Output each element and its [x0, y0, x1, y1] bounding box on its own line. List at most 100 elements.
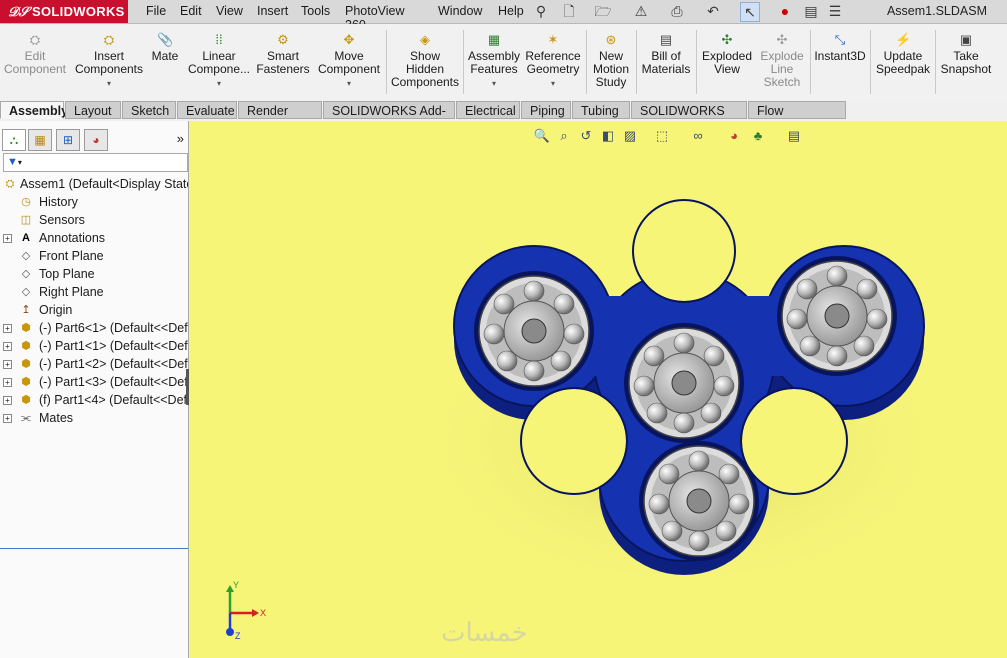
display-manager-tab-icon[interactable]: ◕ [84, 129, 108, 151]
tree-item-part6-1[interactable]: + ⬢ (-) Part6<1> (Default<<Defa [0, 319, 188, 337]
chevron-down-icon[interactable]: ▾ [466, 77, 522, 90]
undo-icon[interactable]: ↶ [704, 2, 722, 20]
tab-piping[interactable]: Piping [521, 101, 571, 119]
expand-toggle-icon[interactable]: + [3, 342, 12, 351]
tree-item-mates[interactable]: + ⫘ Mates [0, 409, 188, 427]
instant3d-icon: ⤡ [834, 32, 846, 47]
graphics-area[interactable]: 🔍 ⌕ ↺ ◧ ▨ ⬚ ∞ ◕ ♣ ▤ X Y Z خمسات [189, 121, 1007, 658]
expand-toggle-icon[interactable]: + [3, 360, 12, 369]
reference-triad: X Y Z [226, 581, 266, 641]
insert-components-button[interactable]: ⛭ Insert Components ▾ [72, 24, 146, 100]
tree-item-part1-3[interactable]: + ⬢ (-) Part1<3> (Default<<Defa [0, 373, 188, 391]
print-icon[interactable]: ⎙ [668, 2, 686, 20]
expand-toggle-icon[interactable]: + [3, 414, 12, 423]
update-speedpak-button[interactable]: ⚡ Update Speedpak [873, 24, 933, 100]
menu-tools[interactable]: Tools [301, 4, 330, 18]
tree-item-annotations[interactable]: + A Annotations [0, 229, 188, 247]
solidworks-logo[interactable]: 𝒟𝒮 SOLIDWORKS [0, 0, 128, 23]
tab-solidworks-add-ins[interactable]: SOLIDWORKS Add-Ins [323, 101, 455, 136]
filter-icon[interactable]: ▼ [7, 156, 18, 168]
menu-help[interactable]: Help [498, 4, 524, 18]
expand-toggle-icon[interactable]: + [3, 324, 12, 333]
tab-render-tools[interactable]: Render Tools [238, 101, 322, 136]
menu-edit[interactable]: Edit [180, 4, 202, 18]
tab-electrical[interactable]: Electrical [456, 101, 520, 119]
tree-item-part1-1[interactable]: + ⬢ (-) Part1<1> (Default<<Defa [0, 337, 188, 355]
expand-toggle-icon[interactable]: + [3, 234, 12, 243]
linear-component-pattern-button[interactable]: ⁞⁞ Linear Compone... ▾ [186, 24, 252, 100]
tab-evaluate[interactable]: Evaluate [177, 101, 237, 119]
menu-file[interactable]: File [146, 4, 166, 18]
insert-components-icon: ⛭ [103, 32, 115, 47]
triad-y-label: Y [233, 581, 239, 590]
assembly-features-button[interactable]: ▦ Assembly Features ▾ [466, 24, 522, 100]
tree-item-right-plane[interactable]: ◇ Right Plane [0, 283, 188, 301]
expand-panel-icon[interactable]: » [177, 131, 184, 146]
menu-window[interactable]: Window [438, 4, 482, 18]
tree-item-sensors[interactable]: ◫ Sensors [0, 211, 188, 229]
tab-sketch[interactable]: Sketch [122, 101, 176, 119]
tree-item-top-plane[interactable]: ◇ Top Plane [0, 265, 188, 283]
new-motion-study-button[interactable]: ⊛ New Motion Study [589, 24, 633, 100]
open-folder-icon[interactable]: 🗁 [594, 2, 612, 20]
exploded-view-button[interactable]: ✣ Exploded View [699, 24, 755, 100]
assembly-icon: ⛭ [5, 178, 15, 190]
origin-icon: ↥ [21, 304, 31, 316]
chevron-down-icon[interactable]: ▾ [186, 77, 252, 90]
select-arrow-icon[interactable]: ↖ [740, 2, 760, 22]
property-manager-tab-icon[interactable]: ▦ [28, 129, 52, 151]
menu-insert[interactable]: Insert [257, 4, 288, 18]
chevron-down-icon[interactable]: ▾ [72, 77, 146, 90]
assembly-features-label: Assembly Features [467, 49, 520, 76]
smart-fasteners-button[interactable]: ⚙ Smart Fasteners [254, 24, 312, 100]
tree-item-part1-4[interactable]: + ⬢ (f) Part1<4> (Default<<Defa [0, 391, 188, 409]
configuration-manager-tab-icon[interactable]: ⊞ [56, 129, 80, 151]
explode-line-sketch-button[interactable]: ✣ Explode Line Sketch [757, 24, 807, 100]
tree-item-label: Sensors [39, 213, 85, 227]
tab-tubing[interactable]: Tubing [572, 101, 630, 119]
chevron-down-icon[interactable]: ▾ [524, 77, 582, 90]
options-icon[interactable]: ☰ [826, 2, 844, 20]
tree-item-front-plane[interactable]: ◇ Front Plane [0, 247, 188, 265]
command-manager: ⛭ Edit Component ⛭ Insert Components ▾ 📎… [0, 24, 1007, 101]
chevron-down-icon[interactable]: ▾ [18, 158, 22, 167]
feature-manager-tab-icon[interactable]: ⛬ [2, 129, 26, 151]
sensors-icon: ◫ [20, 214, 32, 226]
pin-icon[interactable]: ⚲ [532, 2, 550, 20]
menu-view[interactable]: View [216, 4, 243, 18]
tree-item-label: (-) Part1<1> (Default<<Defa [39, 339, 188, 353]
tab-flow-simulation[interactable]: Flow Simulation [748, 101, 846, 136]
fidget-spinner-model[interactable] [189, 121, 1007, 658]
chevron-down-icon[interactable]: ▾ [314, 77, 384, 90]
edit-component-label: Edit Component [3, 49, 67, 76]
file-properties-icon[interactable]: ▤ [802, 2, 820, 20]
explode-line-sketch-label: Explode Line Sketch [760, 49, 804, 89]
reference-geometry-label: Reference Geometry [525, 49, 581, 76]
feature-manager-tabs: ⛬ ▦ ⊞ ◕ » [0, 129, 188, 151]
tab-layout[interactable]: Layout [65, 101, 121, 119]
instant3d-button[interactable]: ⤡ Instant3D [813, 24, 867, 100]
traffic-light-icon[interactable]: ● [776, 2, 794, 20]
show-hidden-components-button[interactable]: ◈ Show Hidden Components [390, 24, 460, 100]
tree-item-origin[interactable]: ↥ Origin [0, 301, 188, 319]
toolbar-separator [810, 30, 811, 94]
tree-item-history[interactable]: ◷ History [0, 193, 188, 211]
new-document-icon[interactable]: 🗋 [560, 2, 578, 20]
tree-item-part1-2[interactable]: + ⬢ (-) Part1<2> (Default<<Defa [0, 355, 188, 373]
bill-of-materials-button[interactable]: ▤ Bill of Materials [639, 24, 693, 100]
expand-toggle-icon[interactable]: + [3, 378, 12, 387]
expand-toggle-icon[interactable]: + [3, 396, 12, 405]
mate-button[interactable]: 📎 Mate [148, 24, 182, 100]
camera-icon: ▣ [959, 32, 973, 47]
tab-assembly[interactable]: Assembly [0, 101, 68, 119]
rebuild-icon[interactable]: ⚠ [632, 2, 650, 20]
toolbar-separator [636, 30, 637, 94]
feature-tree-filter[interactable]: ▼▾ [3, 153, 188, 172]
tree-root-assem1[interactable]: ⛭ Assem1 (Default<Display State- [0, 175, 188, 193]
edit-component-button[interactable]: ⛭ Edit Component [2, 24, 68, 100]
edit-component-icon: ⛭ [29, 32, 41, 47]
move-component-button[interactable]: ✥ Move Component ▾ [314, 24, 384, 100]
reference-geometry-button[interactable]: ✶ Reference Geometry ▾ [524, 24, 582, 100]
tab-solidworks-mbd[interactable]: SOLIDWORKS MBD [631, 101, 747, 136]
take-snapshot-button[interactable]: ▣ Take Snapshot [938, 24, 994, 100]
